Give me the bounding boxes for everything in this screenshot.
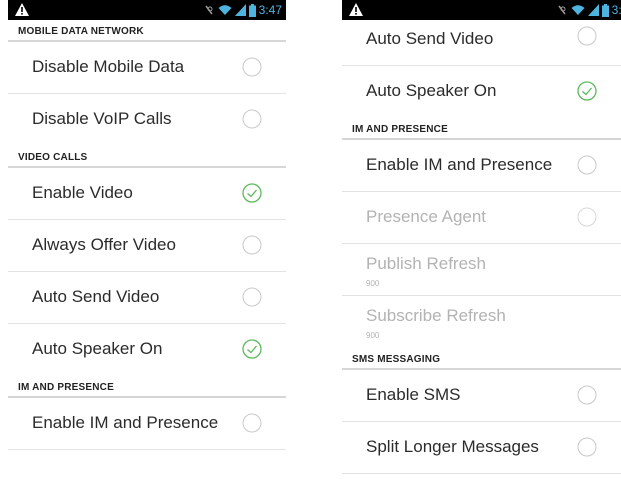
vibrate-icon [205,5,213,15]
section-header-sms: SMS MESSAGING [342,348,621,370]
settings-list[interactable]: Auto Send Video Auto Speaker On IM AND P… [342,20,621,479]
status-time: 3:48 [611,3,621,17]
setting-label: Split Longer Messages [366,437,539,456]
status-bar: 3:47 [8,0,286,20]
setting-row-enable-im[interactable]: Enable IM and Presence [342,140,621,192]
vibrate-icon [558,5,566,15]
checkbox-unchecked-icon[interactable] [242,287,262,307]
setting-value: 900 [366,331,380,340]
checkbox-unchecked-icon [577,207,597,227]
setting-row-auto-send-video[interactable]: Auto Send Video [342,20,621,66]
checkbox-checked-icon[interactable] [242,339,262,359]
setting-label: Enable Video [32,183,133,202]
checkbox-unchecked-icon[interactable] [242,235,262,255]
settings-list[interactable]: MOBILE DATA NETWORK Disable Mobile Data … [8,20,286,479]
checkbox-unchecked-icon[interactable] [577,155,597,175]
signal-icon [587,4,599,16]
setting-label: Auto Send Video [32,287,160,306]
setting-label: Disable VoIP Calls [32,109,172,128]
setting-label: Auto Speaker On [366,81,497,100]
setting-label: Auto Send Video [366,29,494,48]
section-header-video-calls: VIDEO CALLS [8,146,286,168]
signal-icon [234,4,246,16]
setting-row-enable-sms[interactable]: Enable SMS [342,370,621,422]
status-bar: 3:48 [342,0,621,20]
setting-row-disable-mobile-data[interactable]: Disable Mobile Data [8,42,286,94]
setting-label: Publish Refresh [366,254,487,273]
setting-row-always-offer-video[interactable]: Always Offer Video [8,220,286,272]
wifi-icon [571,5,585,15]
wifi-icon [218,5,232,15]
checkbox-unchecked-icon[interactable] [242,413,262,433]
section-header-im-presence: IM AND PRESENCE [8,376,286,398]
status-icons: 3:47 [203,2,282,18]
setting-row-auto-speaker-on[interactable]: Auto Speaker On [8,324,286,376]
section-header-im-presence: IM AND PRESENCE [342,118,621,140]
checkbox-unchecked-icon[interactable] [577,385,597,405]
warning-icon [15,3,29,16]
setting-label: Enable IM and Presence [366,155,553,174]
status-time: 3:47 [258,3,282,17]
setting-row-enable-im[interactable]: Enable IM and Presence [8,398,286,450]
section-header-mobile-data: MOBILE DATA NETWORK [8,20,286,42]
left-screen: 3:47 MOBILE DATA NETWORK Disable Mobile … [8,0,286,479]
checkbox-unchecked-icon[interactable] [242,109,262,129]
setting-row-publish-refresh: Publish Refresh 900 [342,244,621,296]
checkbox-unchecked-icon[interactable] [577,437,597,457]
status-icons: 3:48 [556,2,621,18]
warning-icon [349,3,363,16]
setting-label: Always Offer Video [32,235,176,254]
setting-label: Subscribe Refresh [366,306,506,325]
setting-label: Presence Agent [366,207,487,226]
setting-value: 900 [366,279,380,288]
setting-row-split-messages[interactable]: Split Longer Messages [342,422,621,474]
setting-label: Enable IM and Presence [32,413,219,432]
setting-row-auto-send-video[interactable]: Auto Send Video [8,272,286,324]
setting-row-enable-video[interactable]: Enable Video [8,168,286,220]
setting-row-presence-agent: Presence Agent [342,192,621,244]
checkbox-unchecked-icon[interactable] [577,26,597,46]
right-screen: 3:48 Auto Send Video Auto Speaker On IM … [342,0,621,479]
battery-icon [601,3,609,17]
battery-icon [248,3,256,17]
setting-row-auto-speaker-on[interactable]: Auto Speaker On [342,66,621,118]
setting-label: Disable Mobile Data [32,57,185,76]
checkbox-unchecked-icon[interactable] [242,57,262,77]
setting-row-disable-voip[interactable]: Disable VoIP Calls [8,94,286,146]
setting-label: Enable SMS [366,385,461,404]
checkbox-checked-icon[interactable] [242,183,262,203]
setting-label: Auto Speaker On [32,339,163,358]
setting-row-subscribe-refresh: Subscribe Refresh 900 [342,296,621,348]
checkbox-checked-icon[interactable] [577,81,597,101]
